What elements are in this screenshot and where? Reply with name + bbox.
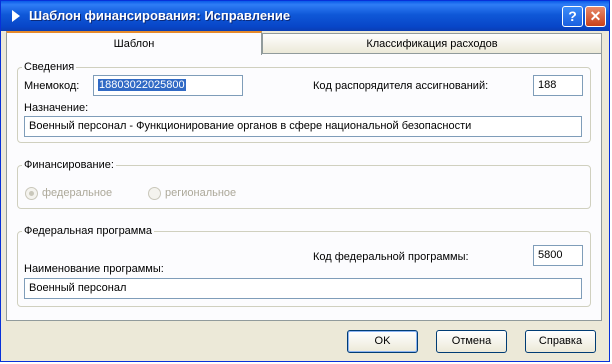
kod-program-input[interactable]: 5800 <box>533 245 583 266</box>
tab-panel: Сведения Мнемокод: 18803022025800 Кoд ра… <box>6 53 602 321</box>
tab-template[interactable]: Шаблон <box>6 31 262 55</box>
group-financing-legend: Финансирование: <box>24 159 114 171</box>
window-title: Шаблон финансирования: Исправление <box>29 8 291 23</box>
cancel-button[interactable]: Отмена <box>436 330 507 353</box>
title-bar[interactable]: Шаблон финансирования: Исправление ? ✕ <box>1 1 609 31</box>
radio-regional[interactable] <box>148 187 161 200</box>
help-title-button[interactable]: ? <box>562 6 583 27</box>
radio-federal[interactable] <box>25 187 38 200</box>
group-svedeniya-legend: Сведения <box>24 61 75 73</box>
radio-regional-label: региональное <box>165 187 237 199</box>
radio-federal-label: федеральное <box>42 187 113 199</box>
mnemokod-value: 18803022025800 <box>98 79 186 91</box>
kod-raspor-input[interactable]: 188 <box>533 75 583 96</box>
naznachenie-input[interactable]: Военный персонал - Функционирование орга… <box>24 116 582 137</box>
mnemokod-label: Мнемокод: <box>24 80 80 92</box>
tab-expense-classification[interactable]: Классификация расходов <box>262 33 602 53</box>
naznachenie-label: Назначение: <box>24 102 89 114</box>
group-financing: Финансирование: <box>17 159 591 209</box>
group-program-legend: Федеральная программа <box>24 225 153 237</box>
app-arrow-icon <box>12 10 20 22</box>
mnemokod-input[interactable]: 18803022025800 <box>93 75 243 96</box>
help-button[interactable]: Справка <box>525 330 596 353</box>
dialog-window: Шаблон финансирования: Исправление ? ✕ Ш… <box>0 0 610 362</box>
radio-federal-dot <box>29 191 34 196</box>
kod-program-label: Код федеральной программы: <box>313 251 469 263</box>
dialog-content: Шаблон Классификация расходов Сведения М… <box>4 31 606 359</box>
close-button[interactable]: ✕ <box>585 6 606 27</box>
program-name-input[interactable]: Военный персонал <box>24 278 582 299</box>
ok-button[interactable]: OK <box>347 330 418 353</box>
program-name-label: Наименование программы: <box>24 263 164 275</box>
kod-raspor-label: Кoд распорядителя ассигнований: <box>313 80 489 92</box>
